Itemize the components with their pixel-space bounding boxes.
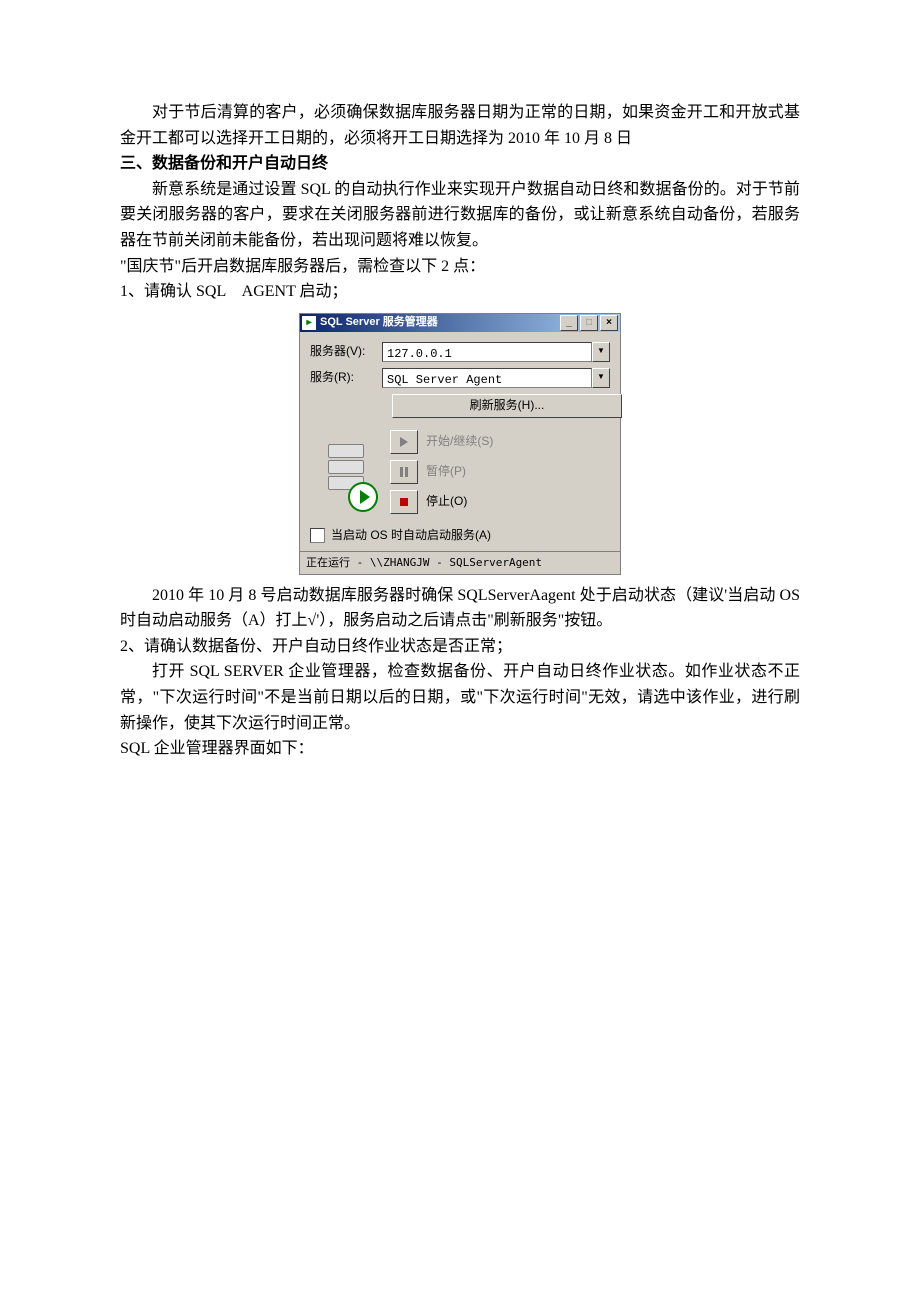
server-dropdown-arrow[interactable]: ▼	[592, 342, 610, 362]
server-combobox[interactable]: 127.0.0.1 ▼	[382, 342, 610, 362]
stop-label: 停止(O)	[426, 492, 467, 511]
window-title: SQL Server 服务管理器	[320, 314, 558, 332]
running-indicator-icon	[348, 482, 378, 512]
autostart-row[interactable]: 当启动 OS 时自动启动服务(A)	[300, 524, 620, 551]
heading-section-3: 三、数据备份和开户自动日终	[120, 151, 800, 177]
control-area: 开始/继续(S) 暂停(P) 停止(O)	[300, 422, 620, 524]
form-area: 服务器(V): 127.0.0.1 ▼ 服务(R): SQL Server Ag…	[300, 332, 620, 422]
paragraph-5: 2010 年 10 月 8 号启动数据库服务器时确保 SQLServerAage…	[120, 583, 800, 634]
service-combobox[interactable]: SQL Server Agent ▼	[382, 368, 610, 388]
paragraph-3: "国庆节"后开启数据库服务器后，需检查以下 2 点：	[120, 254, 800, 280]
autostart-label: 当启动 OS 时自动启动服务(A)	[331, 526, 491, 545]
pause-icon	[400, 467, 408, 477]
paragraph-2: 新意系统是通过设置 SQL 的自动执行作业来实现开户数据自动日终和数据备份的。对…	[120, 177, 800, 254]
server-label: 服务器(V):	[310, 342, 382, 361]
titlebar[interactable]: ▸ SQL Server 服务管理器 _ □ ×	[300, 314, 620, 332]
play-icon	[400, 437, 408, 447]
status-bar: 正在运行 - \\ZHANGJW - SQLServerAgent	[300, 551, 620, 574]
paragraph-6: 2、请确认数据备份、开户自动日终作业状态是否正常；	[120, 634, 800, 660]
start-button[interactable]	[390, 430, 418, 454]
paragraph-1: 对于节后清算的客户，必须确保数据库服务器日期为正常的日期，如果资金开工和开放式基…	[120, 100, 800, 151]
autostart-checkbox[interactable]	[310, 528, 325, 543]
app-icon: ▸	[302, 316, 316, 330]
stop-button[interactable]	[390, 490, 418, 514]
pause-button[interactable]	[390, 460, 418, 484]
paragraph-4: 1、请确认 SQL AGENT 启动；	[120, 279, 800, 305]
minimize-button[interactable]: _	[560, 315, 578, 331]
service-label: 服务(R):	[310, 368, 382, 387]
stop-icon	[400, 498, 408, 506]
start-label: 开始/继续(S)	[426, 432, 493, 451]
server-input[interactable]: 127.0.0.1	[382, 342, 592, 362]
service-dropdown-arrow[interactable]: ▼	[592, 368, 610, 388]
refresh-services-button[interactable]: 刷新服务(H)...	[392, 394, 622, 418]
maximize-button: □	[580, 315, 598, 331]
close-button[interactable]: ×	[600, 315, 618, 331]
paragraph-8: SQL 企业管理器界面如下：	[120, 736, 800, 762]
server-status-icon	[328, 444, 372, 506]
paragraph-7: 打开 SQL SERVER 企业管理器，检查数据备份、开户自动日终作业状态。如作…	[120, 659, 800, 736]
service-input[interactable]: SQL Server Agent	[382, 368, 592, 388]
sql-service-manager-dialog: ▸ SQL Server 服务管理器 _ □ × 服务器(V): 127.0.0…	[299, 313, 621, 575]
pause-label: 暂停(P)	[426, 462, 466, 481]
